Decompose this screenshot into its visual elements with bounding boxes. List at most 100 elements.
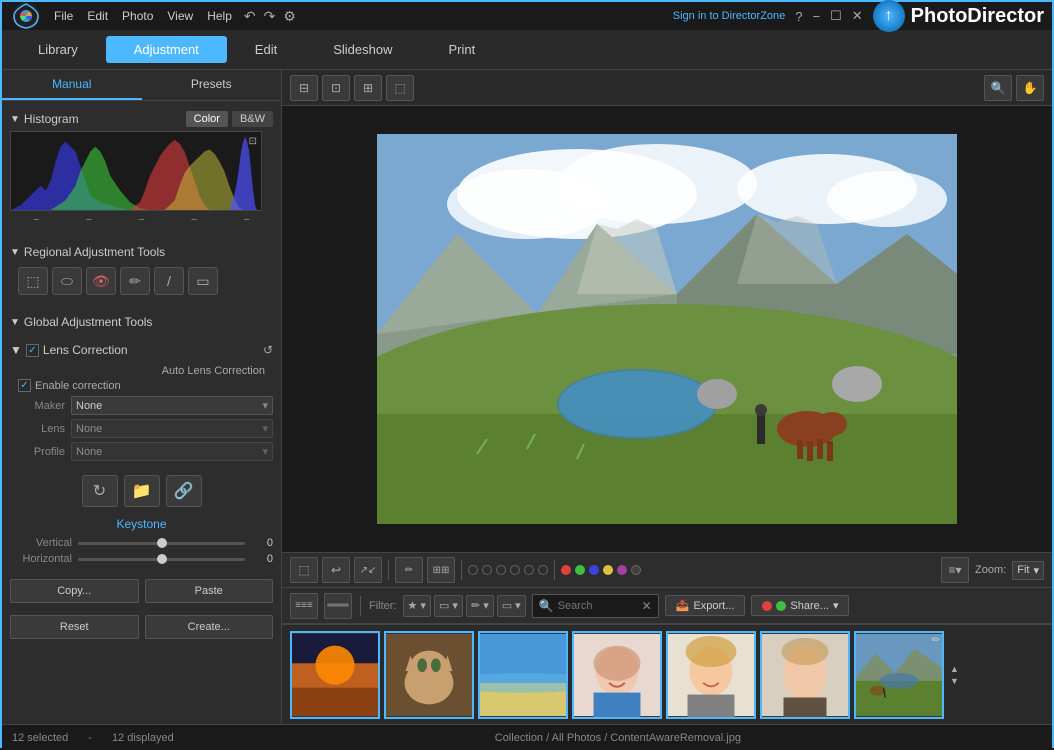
thumbnail-1[interactable] <box>290 631 380 719</box>
regional-tools-header[interactable]: ▼ Regional Adjustment Tools <box>10 241 273 263</box>
color-filter-green[interactable] <box>575 565 585 575</box>
tab-library[interactable]: Library <box>10 36 106 63</box>
enable-correction-label: Enable correction <box>35 380 121 392</box>
menu-help[interactable]: Help <box>207 9 232 23</box>
thumbnail-7[interactable]: ✏ <box>854 631 944 719</box>
maximize-btn[interactable]: ☐ <box>830 8 842 24</box>
color-filter-dark[interactable] <box>631 565 641 575</box>
color-filter-purple[interactable] <box>617 565 627 575</box>
search-input[interactable] <box>558 600 638 612</box>
vertical-label: Vertical <box>10 537 72 549</box>
rotate-btn[interactable]: ↩ <box>322 557 350 583</box>
filter-dot-3[interactable] <box>496 565 506 575</box>
profile-dropdown[interactable]: None ▾ <box>71 442 273 461</box>
filter-dot-2[interactable] <box>482 565 492 575</box>
thumbnail-3[interactable] <box>478 631 568 719</box>
transform-btn[interactable]: ↗↙ <box>354 557 382 583</box>
view-list-btn[interactable]: ≡≡≡ <box>290 593 318 619</box>
search-clear-icon[interactable]: ✕ <box>642 599 652 613</box>
panel-tab-presets[interactable]: Presets <box>142 70 282 100</box>
panel-tab-manual[interactable]: Manual <box>2 70 142 100</box>
main-content: ⊟ ⊡ ⊞ ⬚ 🔍 ✋ <box>282 70 1052 724</box>
thumbnail-5[interactable] <box>666 631 756 719</box>
history-btn[interactable]: ⬚ <box>290 557 318 583</box>
tool-btn-1[interactable]: ✏ <box>395 557 423 583</box>
filter-edit-btn[interactable]: ✏ ▾ <box>466 595 494 617</box>
region-brush-tool[interactable]: ✏ <box>120 267 150 295</box>
menu-photo[interactable]: Photo <box>122 9 153 23</box>
view-single-btn[interactable]: ⊟ <box>290 75 318 101</box>
region-box-tool[interactable]: ▭ <box>188 267 218 295</box>
view-fullscreen-btn[interactable]: ⬚ <box>386 75 414 101</box>
region-eye-tool[interactable]: 👁 <box>86 267 116 295</box>
filter-rect-btn[interactable]: ▭ ▾ <box>434 595 463 617</box>
close-btn[interactable]: ✕ <box>852 8 863 24</box>
back-icon[interactable]: ↶ <box>244 8 256 25</box>
enable-correction-checkbox[interactable]: ✓ <box>18 379 31 392</box>
thumb-nav-down[interactable]: ▼ <box>950 676 959 686</box>
help-btn[interactable]: ? <box>795 9 802 24</box>
color-filter-blue[interactable] <box>589 565 599 575</box>
region-rect-tool[interactable]: ⬚ <box>18 267 48 295</box>
link-btn[interactable]: 🔗 <box>166 475 202 507</box>
thumb-nav-up[interactable]: ▲ <box>950 664 959 674</box>
search-icon: 🔍 <box>539 599 554 613</box>
menu-edit[interactable]: Edit <box>87 9 108 23</box>
tab-adjustment[interactable]: Adjustment <box>106 36 227 63</box>
region-ellipse-tool[interactable]: ⬭ <box>52 267 82 295</box>
zoom-select[interactable]: Fit ▾ <box>1012 561 1044 580</box>
pan-tool-btn[interactable]: ✋ <box>1016 75 1044 101</box>
bw-btn[interactable]: B&W <box>232 111 273 127</box>
tab-edit[interactable]: Edit <box>227 36 305 63</box>
filter-dot-5[interactable] <box>524 565 534 575</box>
paste-btn[interactable]: Paste <box>145 579 274 603</box>
folder-btn[interactable]: 📁 <box>124 475 160 507</box>
vertical-slider[interactable] <box>78 542 245 545</box>
thumbnail-4[interactable] <box>572 631 662 719</box>
share-button[interactable]: Share... ▾ <box>751 595 849 616</box>
tab-slideshow[interactable]: Slideshow <box>305 36 420 63</box>
settings-icon[interactable]: ⚙ <box>283 8 296 25</box>
menu-file[interactable]: File <box>54 9 73 23</box>
histogram-icon[interactable]: ⊡ <box>249 136 257 147</box>
filter-dot-4[interactable] <box>510 565 520 575</box>
view-details-btn[interactable]: ═══ <box>324 593 352 619</box>
filter-dot-1[interactable] <box>468 565 478 575</box>
color-filter-red[interactable] <box>561 565 571 575</box>
global-tools-header[interactable]: ▼ Global Adjustment Tools <box>10 311 273 333</box>
color-filter-yellow[interactable] <box>603 565 613 575</box>
app-icon <box>10 0 42 32</box>
color-btn[interactable]: Color <box>186 111 228 127</box>
copy-btn[interactable]: Copy... <box>10 579 139 603</box>
app-title: PhotoDirector <box>911 5 1044 28</box>
view-compare-btn[interactable]: ⊡ <box>322 75 350 101</box>
lens-enable-checkbox[interactable]: ✓ <box>26 344 39 357</box>
export-button[interactable]: 📤 Export... <box>665 595 746 616</box>
tab-print[interactable]: Print <box>420 36 503 63</box>
menu-view[interactable]: View <box>167 9 193 23</box>
zoom-tool-btn[interactable]: 🔍 <box>984 75 1012 101</box>
lens-dropdown[interactable]: None ▾ <box>71 419 273 438</box>
horizontal-slider[interactable] <box>78 558 245 561</box>
thumbnail-6[interactable] <box>760 631 850 719</box>
filter-dot-6[interactable] <box>538 565 548 575</box>
minimize-btn[interactable]: − <box>813 9 821 24</box>
thumbnail-2[interactable] <box>384 631 474 719</box>
maker-dropdown[interactable]: None ▾ <box>71 396 273 415</box>
create-btn[interactable]: Create... <box>145 615 274 639</box>
sign-in-link[interactable]: Sign in to DirectorZone <box>673 10 786 22</box>
sort-btn[interactable]: ≡▾ <box>941 557 969 583</box>
edit-toolbar: ⬚ ↩ ↗↙ ✏ ⊞⊞ <box>282 552 1052 588</box>
keystone-section: Keystone Vertical 0 Horizontal 0 <box>2 513 281 573</box>
forward-icon[interactable]: ↷ <box>264 8 276 25</box>
refresh-btn[interactable]: ↻ <box>82 475 118 507</box>
lens-reset-icon[interactable]: ↺ <box>263 343 273 357</box>
histogram-header[interactable]: ▼ Histogram Color B&W <box>10 107 273 131</box>
region-line-tool[interactable]: / <box>154 267 184 295</box>
filter-box-btn[interactable]: ▭ ▾ <box>497 595 526 617</box>
filter-star-btn[interactable]: ★ ▾ <box>403 595 431 617</box>
reset-btn[interactable]: Reset <box>10 615 139 639</box>
tool-btn-2[interactable]: ⊞⊞ <box>427 557 455 583</box>
view-grid-btn[interactable]: ⊞ <box>354 75 382 101</box>
view-toolbar-left: ⊟ ⊡ ⊞ ⬚ <box>290 75 414 101</box>
